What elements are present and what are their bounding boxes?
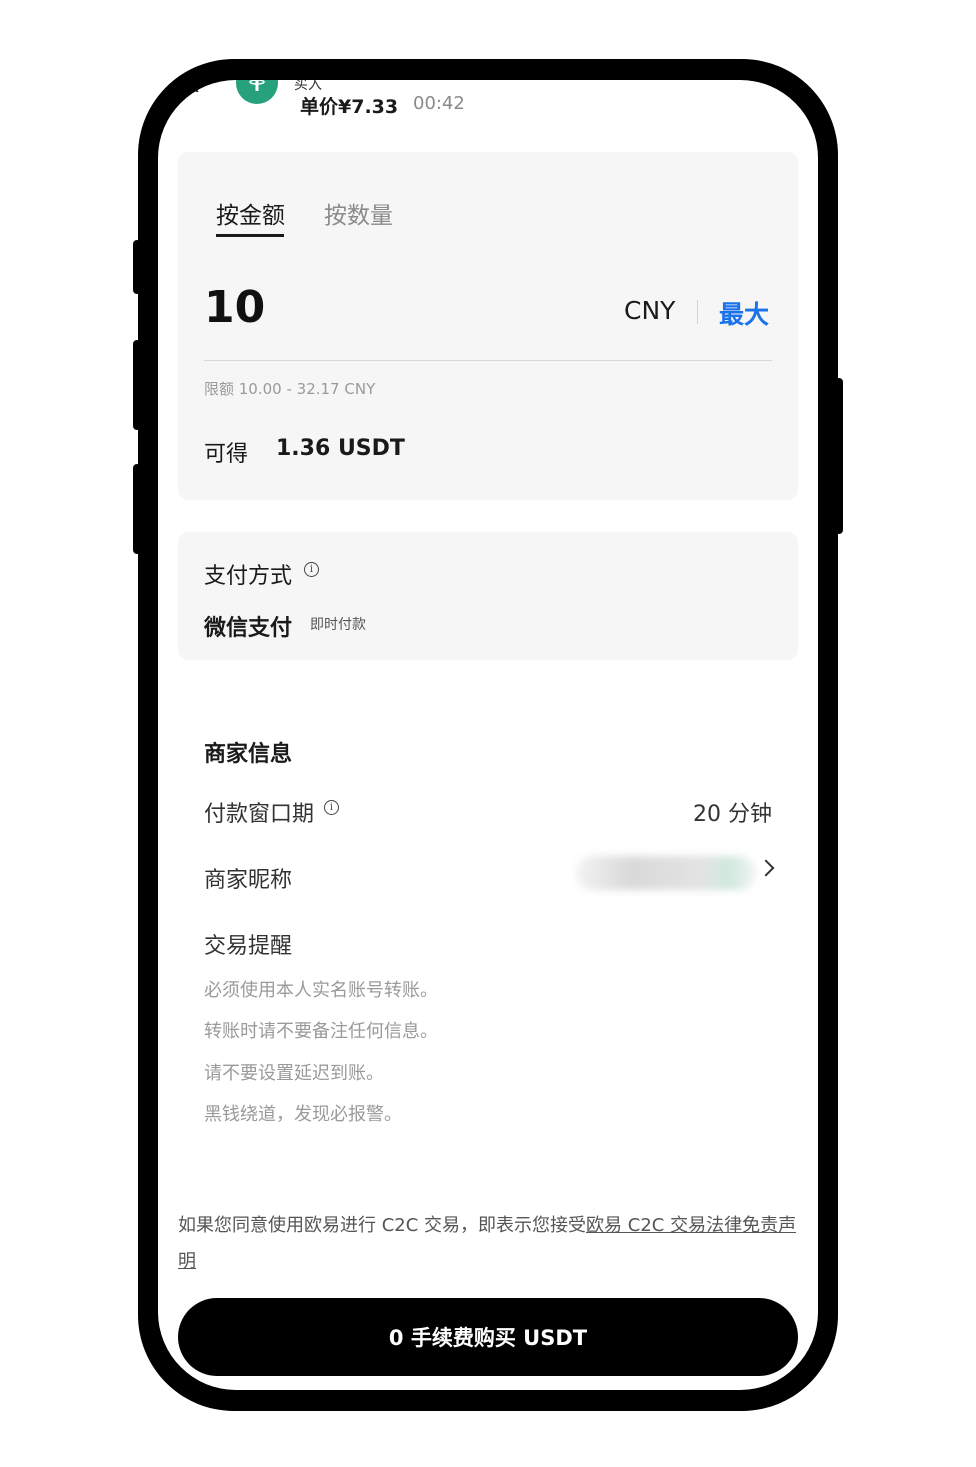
phone-side-button bbox=[133, 464, 141, 554]
trade-tip: 必须使用本人实名账号转账。 bbox=[204, 980, 438, 1001]
receive-amount: 1.36 USDT bbox=[276, 436, 405, 461]
trade-tip: 请不要设置延迟到账。 bbox=[204, 1063, 384, 1084]
trade-tips-title: 交易提醒 bbox=[204, 934, 293, 959]
phone-side-button bbox=[133, 340, 141, 430]
payment-method-value: 微信支付 bbox=[204, 616, 293, 641]
merchant-nickname-label: 商家昵称 bbox=[204, 868, 293, 893]
phone-side-button bbox=[133, 240, 141, 294]
disclaimer-text: 如果您同意使用欧易进行 C2C 交易，即表示您接受 bbox=[178, 1215, 587, 1236]
phone-side-button bbox=[835, 378, 843, 534]
info-icon[interactable]: i bbox=[324, 800, 339, 815]
divider bbox=[204, 360, 772, 361]
max-button[interactable]: 最大 bbox=[719, 295, 769, 331]
receive-label: 可得 bbox=[204, 442, 249, 467]
trade-tip: 黑钱绕道，发现必报警。 bbox=[204, 1104, 402, 1125]
instant-pay-badge: 即时付款 bbox=[310, 617, 366, 633]
app-screen: 买入 单价¥7.33 00:42 按金额 按数量 10 CNY 最大 限额 10… bbox=[158, 80, 818, 1390]
payment-method-card[interactable]: 支付方式 i 微信支付 即时付款 bbox=[178, 532, 798, 660]
tab-by-amount[interactable]: 按金额 bbox=[216, 196, 285, 230]
limit-text: 限额 10.00 - 32.17 CNY bbox=[204, 380, 376, 398]
disclaimer: 如果您同意使用欧易进行 C2C 交易，即表示您接受欧易 C2C 交易法律免责声明 bbox=[178, 1208, 798, 1280]
payment-method-title: 支付方式 bbox=[204, 564, 293, 589]
chevron-right-icon[interactable] bbox=[757, 859, 775, 877]
amount-input[interactable]: 10 bbox=[204, 282, 265, 333]
trade-tip: 转账时请不要备注任何信息。 bbox=[204, 1021, 438, 1042]
merchant-info-title: 商家信息 bbox=[204, 742, 293, 767]
usdt-logo-icon bbox=[236, 80, 278, 104]
currency-label: CNY bbox=[624, 296, 676, 325]
buy-usdt-button[interactable]: 0 手续费购买 USDT bbox=[178, 1298, 798, 1376]
payment-window-label: 付款窗口期 bbox=[204, 802, 315, 827]
countdown-timer: 00:42 bbox=[413, 93, 465, 114]
back-arrow-icon[interactable] bbox=[188, 80, 200, 92]
tab-by-quantity[interactable]: 按数量 bbox=[324, 196, 393, 230]
payment-window-value: 20 分钟 bbox=[693, 802, 772, 827]
divider bbox=[697, 300, 698, 324]
merchant-nickname-blurred[interactable] bbox=[576, 856, 756, 890]
amount-card: 按金额 按数量 10 CNY 最大 限额 10.00 - 32.17 CNY 可… bbox=[178, 152, 798, 500]
unit-price: 单价¥7.33 bbox=[300, 96, 399, 118]
info-icon[interactable]: i bbox=[304, 562, 319, 577]
active-tab-indicator bbox=[216, 234, 284, 237]
